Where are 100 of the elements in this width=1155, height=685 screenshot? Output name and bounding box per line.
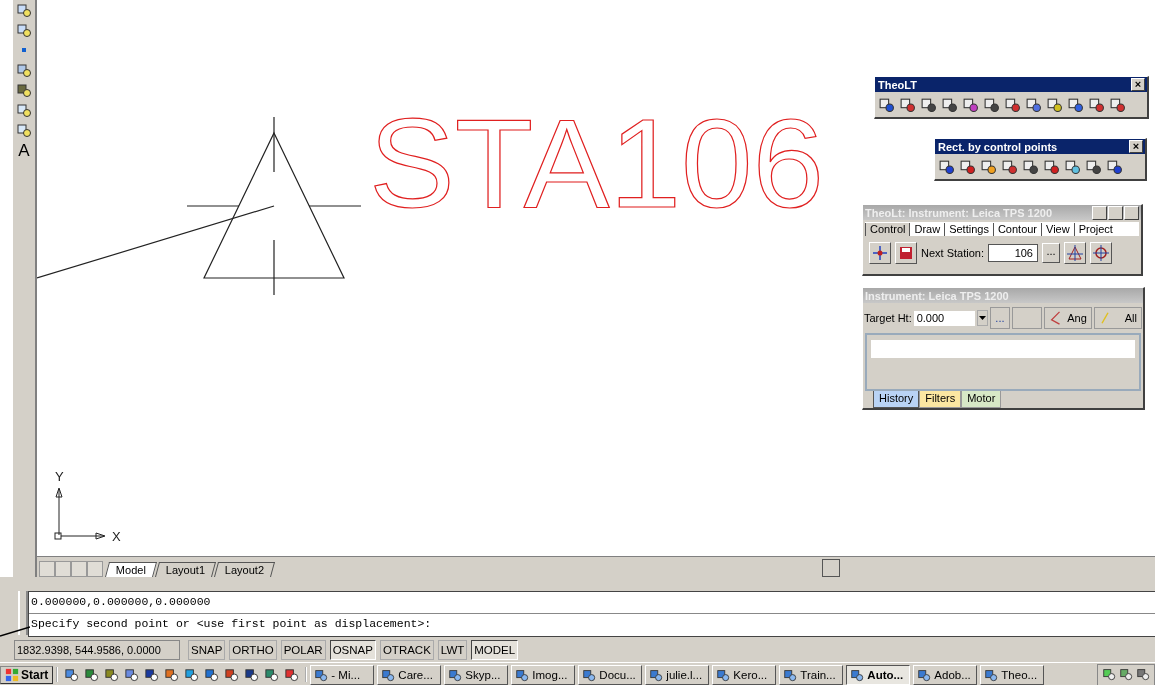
tray-icon[interactable] <box>1102 666 1116 681</box>
toolbar-icon[interactable] <box>16 122 32 138</box>
panel-tab[interactable]: History <box>873 391 920 408</box>
app-icon[interactable] <box>649 667 664 682</box>
app-icon[interactable] <box>284 667 300 682</box>
taskbar-button[interactable]: Skyp... <box>444 664 509 685</box>
all-button[interactable]: All <box>1093 307 1142 329</box>
start-button[interactable]: Start <box>0 665 54 684</box>
maximize-button[interactable] <box>1108 205 1123 220</box>
more-button[interactable]: ... <box>990 307 1010 329</box>
app-icon[interactable] <box>84 667 100 682</box>
app-icon[interactable] <box>184 667 200 682</box>
tray-icon[interactable] <box>1136 666 1150 681</box>
toolbar-icon[interactable] <box>1064 158 1081 175</box>
toolbar-icon[interactable] <box>1046 96 1063 113</box>
layout-tab[interactable]: Model <box>105 562 157 577</box>
app-icon[interactable] <box>314 667 329 682</box>
app-icon[interactable] <box>716 667 731 682</box>
station-field[interactable]: 106 <box>988 244 1038 262</box>
panel-tab[interactable]: View <box>1041 223 1074 236</box>
toolbar-icon[interactable] <box>920 96 937 113</box>
toolbar-icon[interactable] <box>16 2 32 18</box>
app-icon[interactable] <box>224 667 240 682</box>
status-toggle[interactable]: ORTHO <box>229 640 277 660</box>
panel-tab[interactable]: Control <box>865 223 910 236</box>
target-button[interactable] <box>1064 242 1086 264</box>
tray-icon[interactable] <box>1119 666 1133 681</box>
taskbar-button[interactable]: Docu... <box>578 664 643 685</box>
toolbar-icon[interactable] <box>938 158 955 175</box>
toolbar-icon[interactable] <box>1088 96 1105 113</box>
panel-tab[interactable]: Draw <box>909 223 945 236</box>
text-tool[interactable]: A <box>18 142 30 160</box>
taskbar-button[interactable]: Theo... <box>980 664 1045 685</box>
close-button[interactable]: × <box>1129 140 1143 153</box>
toolbar-icon[interactable] <box>899 96 916 113</box>
panel-tab[interactable]: Motor <box>961 391 1002 408</box>
toolbar-icon[interactable] <box>980 158 997 175</box>
status-toggle[interactable]: POLAR <box>280 640 326 660</box>
app-icon[interactable] <box>381 667 396 682</box>
toolbar-icon[interactable] <box>16 82 32 98</box>
minimize-button[interactable] <box>1092 205 1107 220</box>
app-icon[interactable] <box>264 667 280 682</box>
status-toggle[interactable]: OTRACK <box>379 640 434 660</box>
layout-tab[interactable]: Layout1 <box>154 562 217 577</box>
app-icon[interactable] <box>204 667 220 682</box>
toolbar-icon[interactable] <box>1043 158 1060 175</box>
panel-tab[interactable]: Filters <box>919 391 962 408</box>
app-icon[interactable] <box>64 667 80 682</box>
dropdown-button[interactable] <box>976 310 989 326</box>
toolbar-icon[interactable] <box>1004 96 1021 113</box>
taskbar-button[interactable]: Kero... <box>712 664 777 685</box>
toolbar-icon[interactable] <box>1001 158 1018 175</box>
panel-tab[interactable]: Project <box>1073 223 1117 236</box>
app-icon[interactable] <box>124 667 140 682</box>
layout-tab[interactable]: Layout2 <box>214 562 276 577</box>
toolbar-icon[interactable] <box>941 96 958 113</box>
panel-tab[interactable]: Contour <box>992 223 1042 236</box>
target-height-field[interactable]: 0.000 <box>913 310 975 326</box>
taskbar-button[interactable]: Auto... <box>846 664 911 685</box>
toolbar-icon[interactable] <box>878 96 895 113</box>
app-icon[interactable] <box>917 667 932 682</box>
app-icon[interactable] <box>164 667 180 682</box>
status-toggle[interactable]: SNAP <box>188 640 226 660</box>
target-button[interactable] <box>1090 242 1112 264</box>
taskbar-button[interactable]: Care... <box>377 664 442 685</box>
panel-tab[interactable]: Settings <box>944 223 993 236</box>
angle-button[interactable]: Ang <box>1044 307 1092 329</box>
status-toggle[interactable]: OSNAP <box>329 640 376 660</box>
app-icon[interactable] <box>244 667 260 682</box>
taskbar-button[interactable]: Adob... <box>913 664 978 685</box>
toolbar-icon[interactable] <box>959 158 976 175</box>
toolbar-icon[interactable] <box>1109 96 1126 113</box>
toolbar-icon[interactable] <box>983 96 1000 113</box>
app-icon[interactable] <box>783 667 798 682</box>
toolbar-icon[interactable] <box>962 96 979 113</box>
app-icon[interactable] <box>582 667 597 682</box>
close-button[interactable]: × <box>1131 78 1145 91</box>
toolbar-icon[interactable] <box>1067 96 1084 113</box>
status-toggle[interactable]: LWT <box>437 640 468 660</box>
app-icon[interactable] <box>448 667 463 682</box>
toolbar-icon[interactable] <box>16 22 32 38</box>
toolbar-icon[interactable] <box>1022 158 1039 175</box>
taskbar-button[interactable]: Train... <box>779 664 844 685</box>
toolbar-icon[interactable] <box>16 102 32 118</box>
taskbar-button[interactable]: - Mi... <box>310 664 375 685</box>
app-icon[interactable] <box>104 667 120 682</box>
close-button[interactable] <box>1124 205 1139 220</box>
status-toggle[interactable]: MODEL <box>471 640 519 660</box>
app-icon[interactable] <box>515 667 530 682</box>
app-icon[interactable] <box>850 667 865 682</box>
position-button[interactable] <box>869 242 891 264</box>
taskbar-button[interactable]: julie.l... <box>645 664 710 685</box>
app-icon[interactable] <box>144 667 160 682</box>
toolbar-icon[interactable] <box>1085 158 1102 175</box>
browse-button[interactable]: ... <box>1042 243 1060 263</box>
app-icon[interactable] <box>984 667 999 682</box>
toolbar-icon[interactable] <box>1025 96 1042 113</box>
command-window[interactable]: 0.000000,0.000000,0.000000 Specify second point or <use first point as displacement>: <box>28 591 1155 637</box>
toolbar-icon[interactable] <box>1106 158 1123 175</box>
save-button[interactable] <box>895 242 917 264</box>
